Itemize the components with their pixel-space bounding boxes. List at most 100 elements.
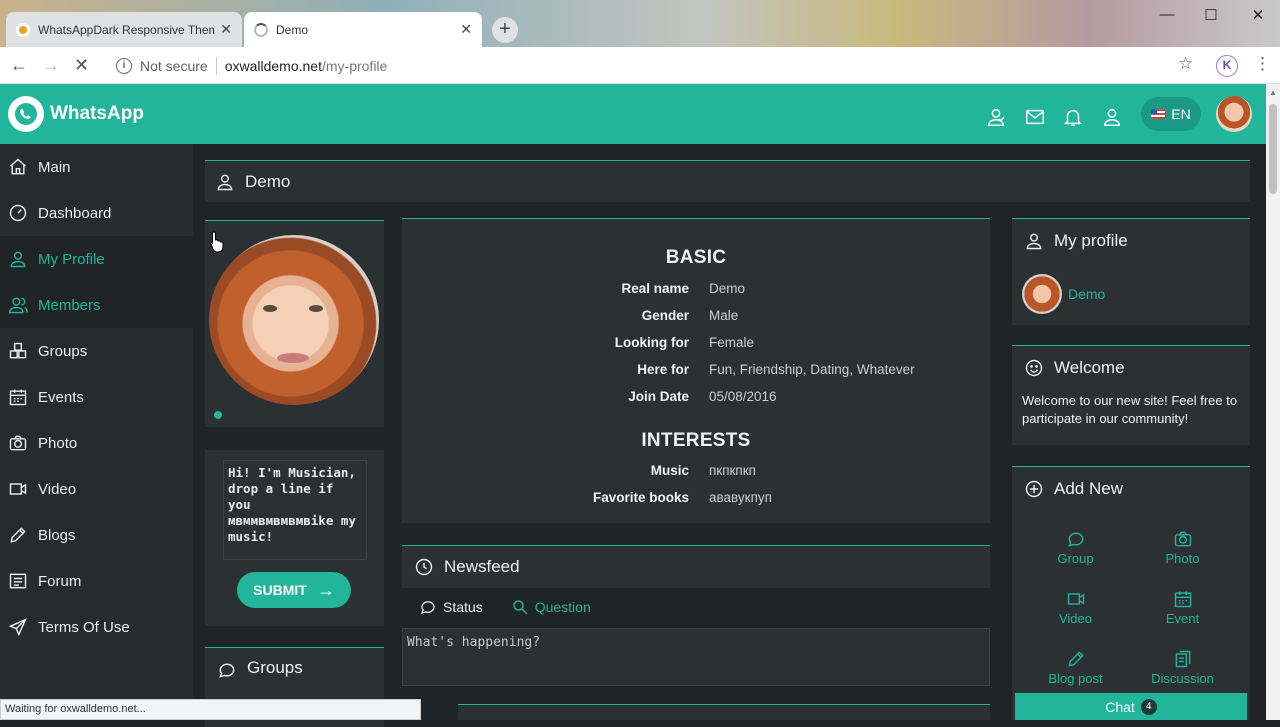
sidebar-item-blogs[interactable]: Blogs (0, 512, 193, 558)
members-icon (8, 297, 28, 314)
tab-label: Status (443, 599, 483, 615)
info-value: 05/08/2016 (709, 389, 777, 404)
widget-title: Welcome (1054, 358, 1125, 377)
minimize-icon[interactable]: — (1152, 6, 1182, 23)
sidebar-item-events[interactable]: Events (0, 374, 193, 420)
header-avatar[interactable] (1216, 96, 1252, 132)
arrow-right-icon: → (316, 579, 335, 600)
user-icon[interactable] (1101, 106, 1123, 128)
my-profile-widget: My profile Demo (1012, 218, 1250, 325)
forward-icon[interactable]: → (42, 55, 60, 76)
sidebar-item-groups[interactable]: Groups (0, 328, 193, 374)
sidebar-item-main[interactable]: Main (0, 144, 193, 190)
language-switcher[interactable]: EN (1141, 97, 1201, 131)
divider (215, 56, 217, 75)
home-icon (10, 158, 26, 175)
add-event-button[interactable]: Event (1123, 589, 1242, 626)
submit-button[interactable]: SUBMIT → (237, 572, 351, 608)
page-title: Demo (245, 171, 291, 191)
sidebar-item-label: Groups (38, 342, 88, 360)
chat-bubble-icon (219, 663, 235, 678)
bell-icon[interactable] (1062, 106, 1084, 128)
omnibox[interactable]: i Not secure oxwalldemo.net/my-profile (106, 51, 1206, 80)
welcome-text: Welcome to our new site! Feel free to pa… (1022, 393, 1238, 426)
basic-section-title: BASIC (665, 247, 727, 268)
sidebar-item-label: Main (38, 158, 71, 176)
maximize-icon[interactable]: ☐ (1196, 6, 1226, 24)
info-key: Favorite books (592, 490, 689, 505)
back-icon[interactable]: ← (10, 55, 28, 76)
sidebar-item-photo[interactable]: Photo (0, 420, 193, 466)
browser-status-bar: Waiting for oxwalldemo.net... (0, 699, 421, 720)
tab-status[interactable]: Status (419, 598, 483, 616)
chat-bar[interactable]: Chat 4 (1015, 693, 1247, 720)
chat-count-badge: 4 (1140, 698, 1157, 715)
page-title-bar: Demo (205, 160, 1250, 202)
whats-happening-input[interactable]: What's happening? (402, 628, 990, 686)
browser-menu-icon[interactable]: ⋮ (1254, 54, 1271, 74)
scroll-up-icon[interactable]: ▲ (1269, 88, 1277, 97)
add-item-label: Event (1165, 611, 1200, 626)
sidebar-item-my-profile[interactable]: My Profile (0, 236, 193, 282)
welcome-widget: Welcome Welcome to our new site! Feel fr… (1012, 345, 1250, 445)
profile-info-box: BASIC Real name Demo Gender Male Looking f… (402, 218, 990, 523)
sidebar-item-dashboard[interactable]: Dashboard (0, 190, 193, 236)
sidebar-item-label: Members (38, 296, 101, 314)
camera-icon (9, 435, 27, 451)
add-group-button[interactable]: Group (1016, 529, 1135, 566)
search-icon (512, 600, 527, 615)
add-item-label: Photo (1165, 551, 1200, 566)
site-logo[interactable]: WhatsApp (8, 96, 144, 132)
add-video-button[interactable]: Video (1016, 589, 1135, 626)
sidebar-item-video[interactable]: Video (0, 466, 193, 512)
widget-header: Welcome (1012, 346, 1250, 378)
info-icon[interactable]: i (116, 57, 132, 74)
profile-badge[interactable]: K (1216, 55, 1238, 77)
smile-icon (1025, 359, 1043, 377)
forum-icon (9, 573, 27, 589)
tab-question[interactable]: Question (511, 598, 591, 616)
user-name-link[interactable]: Demo (1068, 286, 1105, 302)
sidebar-item-label: Forum (38, 572, 82, 590)
close-tab-icon[interactable]: ✕ (460, 21, 472, 38)
sidebar-item-terms[interactable]: Terms Of Use (0, 604, 193, 650)
sidebar-item-forum[interactable]: Forum (0, 558, 193, 604)
browser-tab[interactable]: WhatsAppDark Responsive Them ✕ (6, 12, 242, 47)
my-profile-user[interactable]: Demo (1022, 274, 1105, 314)
user-icon (10, 251, 26, 268)
mail-icon[interactable] (1024, 106, 1046, 128)
add-item-label: Discussion (1151, 671, 1214, 686)
bookmark-star-icon[interactable]: ☆ (1178, 54, 1193, 74)
info-row: Looking for Female (402, 335, 990, 350)
avatar[interactable] (1022, 274, 1062, 314)
add-blog-post-button[interactable]: Blog post (1016, 649, 1135, 686)
user-icon (217, 174, 233, 190)
friends-icon[interactable] (985, 106, 1007, 128)
add-new-widget: Add New Group Photo Video Event Blog pos… (1012, 466, 1250, 720)
status-textarea[interactable]: Hi! I'm Musician, drop a line if you мвм… (223, 460, 367, 560)
feed-item-partial (458, 704, 990, 720)
add-photo-button[interactable]: Photo (1123, 529, 1242, 566)
add-discussion-button[interactable]: Discussion (1123, 649, 1242, 686)
close-tab-icon[interactable]: ✕ (220, 21, 232, 38)
stop-icon[interactable]: ✕ (74, 55, 89, 76)
sidebar-item-members[interactable]: Members (0, 282, 193, 328)
dashboard-icon (9, 204, 27, 222)
close-window-icon[interactable]: ✕ (1243, 6, 1273, 24)
info-row: Gender Male (402, 308, 990, 323)
new-tab-button[interactable]: + (492, 17, 518, 43)
profile-avatar-box (205, 220, 384, 427)
browser-tab-active[interactable]: Demo ✕ (244, 12, 482, 47)
info-value: Demo (709, 281, 746, 296)
info-key: Real name (621, 281, 689, 296)
widget-header: My profile (1012, 219, 1250, 251)
info-row: Real name Demo (402, 281, 990, 296)
newsfeed-title: Newsfeed (444, 557, 520, 576)
newsfeed-tabs: Status Question (419, 598, 619, 616)
chat-bubble-icon (420, 601, 435, 614)
profile-avatar[interactable] (209, 235, 379, 405)
add-item-label: Group (1057, 551, 1094, 566)
info-key: Music (650, 463, 689, 478)
scrollbar-thumb[interactable] (1269, 104, 1277, 194)
page-scrollbar[interactable]: ▲ (1266, 84, 1280, 720)
